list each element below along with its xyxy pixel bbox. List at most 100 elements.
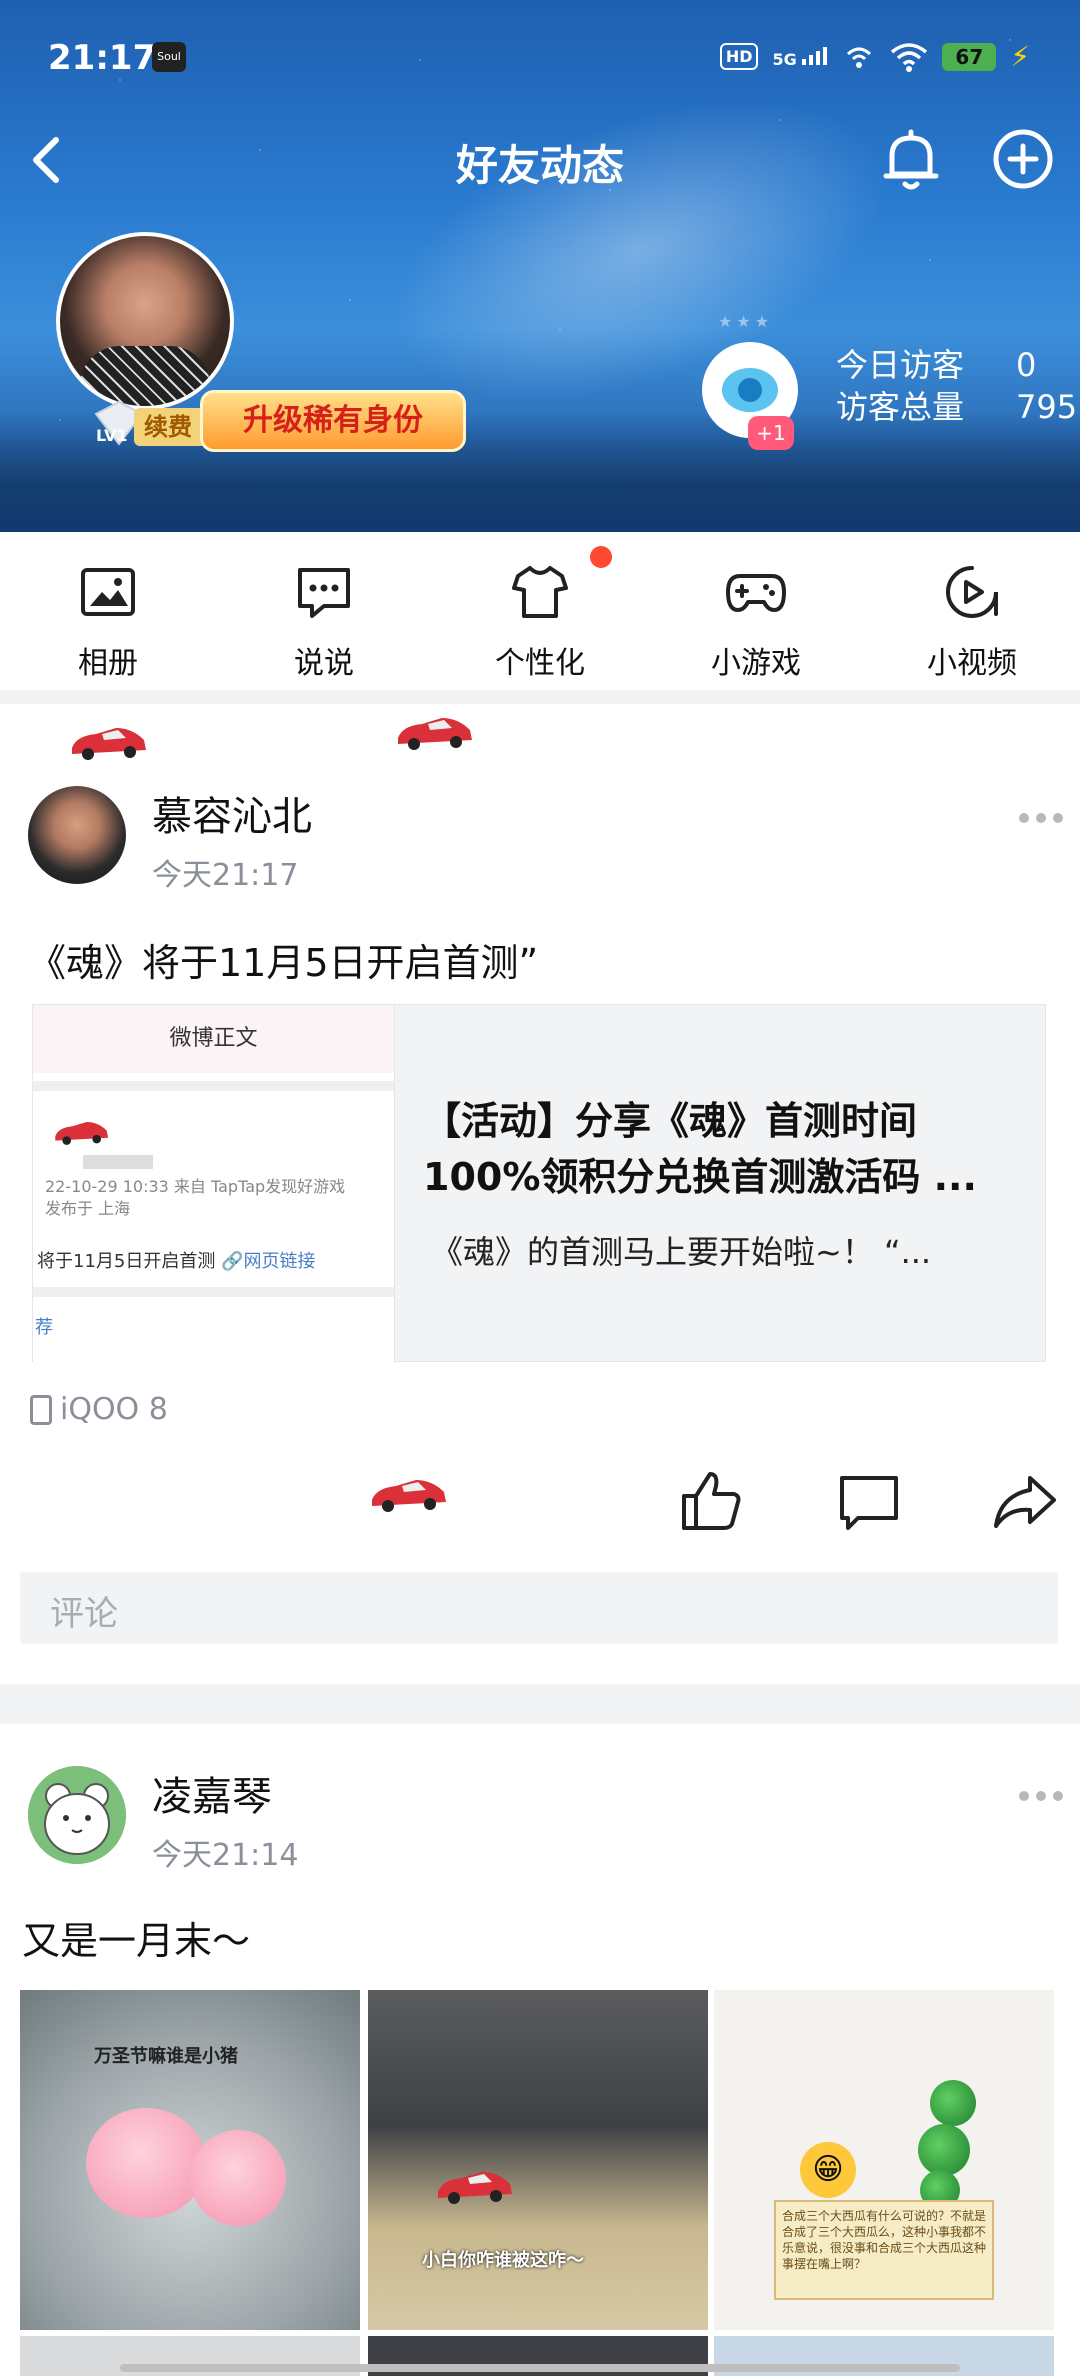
link-title: 【活动】分享《魂》首测时间100%领积分兑换首测激活码 ... — [423, 1099, 977, 1199]
photo-note: 合成三个大西瓜有什么可说的？不就是合成了三个大西瓜么，这种小事我都不乐意说，很没… — [774, 2200, 994, 2300]
network-label: 5G — [772, 49, 797, 69]
thumb-meta: 22-10-29 10:33 来自 TapTap发现好游戏 — [45, 1177, 346, 1196]
thumb-text: 将于11月5日开启首测 — [37, 1251, 216, 1272]
top-nav-bar: 好友动态 — [0, 110, 1080, 210]
post-photo[interactable]: 小白你咋谁被这咋～ — [368, 1990, 708, 2330]
shared-link-card[interactable]: 微博正文 22-10-29 10:33 来自 TapTap发现好游戏 发布于 上… — [32, 1004, 1046, 1363]
renew-button[interactable]: 续费 — [134, 408, 202, 446]
new-visitor-badge: +1 — [748, 416, 794, 450]
thumb-link-text: 网页链接 — [243, 1251, 316, 1272]
gamepad-icon — [726, 574, 786, 612]
thumb-divider — [33, 1081, 394, 1091]
thumb-blurred-name — [83, 1155, 153, 1169]
comment-input[interactable]: 评论 — [20, 1572, 1058, 1644]
quick-entry-label: 小视频 — [927, 646, 1017, 681]
post-photo[interactable]: 😁 合成三个大西瓜有什么可说的？不就是合成了三个大西瓜么，这种小事我都不乐意说，… — [714, 1990, 1054, 2330]
post-author-avatar[interactable] — [28, 1766, 126, 1864]
post-device: iQOO 8 — [30, 1392, 168, 1427]
watermelon-figure — [918, 2124, 970, 2176]
photo-caption: 小白你咋谁被这咋～ — [422, 2250, 584, 2271]
watermelon-figure — [930, 2080, 976, 2126]
notification-bell-icon[interactable] — [876, 124, 946, 194]
floating-car-icon — [438, 2172, 512, 2204]
thumb-divider — [33, 1287, 394, 1297]
cartoon-cat-avatar-icon — [28, 1766, 126, 1864]
upgrade-identity-button[interactable]: 升级稀有身份 — [200, 390, 466, 452]
link-thumbnail: 微博正文 22-10-29 10:33 来自 TapTap发现好游戏 发布于 上… — [33, 1005, 395, 1363]
chat-bubble-icon — [298, 568, 350, 618]
signal-5g-icon: 5G — [772, 45, 828, 69]
post-author-avatar[interactable] — [28, 786, 126, 884]
post-time: 今天21:14 — [152, 1838, 299, 1873]
floating-car-icon — [398, 718, 472, 750]
floating-car-icon — [55, 1122, 109, 1145]
quick-entry-bar: 相册 说说 个性化 小游戏 小视频 — [0, 532, 1080, 690]
post-time: 今天21:17 — [152, 858, 299, 893]
smiley-emoji-icon: 😁 — [800, 2142, 856, 2198]
post-photo[interactable]: 万圣节嘛谁是小猪 — [20, 1990, 360, 2330]
thumb-location: 发布于 上海 — [45, 1199, 131, 1218]
post-text: 《魂》将于11月5日开启首测” — [28, 941, 539, 985]
pig-figure — [190, 2130, 286, 2226]
device-name: iQOO 8 — [60, 1392, 168, 1427]
signal-bars-icon — [802, 46, 828, 65]
eye-pupil — [738, 378, 762, 402]
post-author-name[interactable]: 慕容沁北 — [152, 784, 312, 842]
soul-app-icon: Soul — [152, 42, 186, 72]
level-label: LV1 — [96, 426, 128, 445]
personalize-new-dot — [590, 546, 612, 568]
share-arrow-icon[interactable] — [990, 1468, 1060, 1538]
battery-icon: 67 — [942, 42, 997, 71]
quick-entry-album[interactable]: 相册 — [0, 532, 216, 690]
today-visitors-value: 0 — [1016, 346, 1037, 384]
thumb-text-line: 将于11月5日开启首测 🔗网页链接 — [37, 1247, 316, 1273]
photo-caption: 万圣节嘛谁是小猪 — [94, 2046, 238, 2067]
quick-entry-label: 小游戏 — [711, 646, 801, 681]
today-visitors-label: 今日访客 — [836, 346, 965, 384]
thumb-tag: 荐 — [35, 1317, 53, 1338]
wifi-icon — [891, 42, 928, 72]
quick-entry-label: 说说 — [294, 646, 354, 681]
comment-placeholder: 评论 — [50, 1594, 118, 1634]
add-circle-icon[interactable] — [990, 126, 1056, 192]
quick-entry-shortvideo[interactable]: 小视频 — [864, 532, 1080, 690]
thumb-link-icon: 🔗 — [221, 1251, 244, 1272]
visitor-stats[interactable]: 今日访客 0 访客总量 795 — [836, 344, 1077, 428]
status-indicators: HD 5G 67 ⚡ — [719, 40, 1030, 73]
visitor-stars-icon: ★★★ — [718, 312, 774, 331]
charging-icon: ⚡ — [1010, 40, 1030, 73]
play-video-icon — [946, 566, 998, 618]
back-arrow-icon[interactable] — [18, 128, 78, 192]
photo-album-icon — [81, 568, 135, 616]
total-visitors-row: 访客总量 795 — [836, 386, 1077, 428]
quick-entry-moments[interactable]: 说说 — [216, 532, 432, 690]
home-indicator[interactable] — [120, 2364, 960, 2372]
data-transfer-icon — [847, 47, 872, 68]
floating-car-icon — [72, 728, 146, 760]
phone-icon — [30, 1394, 52, 1425]
tshirt-icon — [512, 566, 568, 618]
more-options-icon[interactable] — [1016, 808, 1066, 828]
total-visitors-label: 访客总量 — [836, 388, 965, 426]
post-text: 又是一月末～ — [22, 1919, 251, 1963]
quick-entry-minigames[interactable]: 小游戏 — [648, 532, 864, 690]
my-avatar[interactable] — [56, 232, 234, 410]
like-thumb-icon[interactable] — [676, 1466, 746, 1536]
quick-entry-personalize[interactable]: 个性化 — [432, 532, 648, 690]
thumb-header: 微博正文 — [33, 1005, 394, 1073]
comment-icon[interactable] — [834, 1468, 904, 1538]
section-divider — [0, 690, 1080, 704]
floating-car-icon — [372, 1480, 446, 1512]
status-bar: 21:17 Soul HD 5G 67 ⚡ — [0, 0, 1080, 110]
pig-figure — [86, 2108, 206, 2218]
today-visitors-row: 今日访客 0 — [836, 344, 1077, 386]
link-description: 《魂》的首测马上要开始啦~！ “... — [431, 1233, 932, 1271]
more-options-icon[interactable] — [1016, 1786, 1066, 1806]
status-time: 21:17 — [48, 38, 157, 78]
quick-entry-label: 相册 — [78, 646, 138, 681]
total-visitors-value: 795 — [1016, 388, 1078, 426]
hd-icon: HD — [719, 43, 759, 70]
section-divider — [0, 1684, 1080, 1724]
post-author-name[interactable]: 凌嘉琴 — [152, 1764, 272, 1822]
quick-entry-label: 个性化 — [495, 646, 585, 681]
